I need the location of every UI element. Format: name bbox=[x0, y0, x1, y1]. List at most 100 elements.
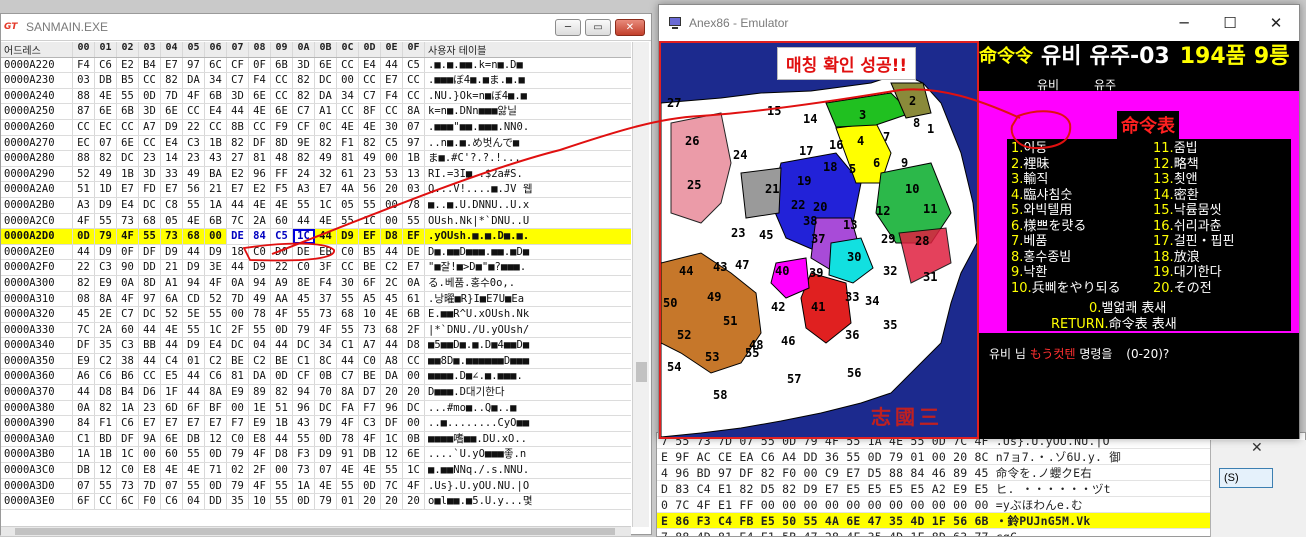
hex-row[interactable]: 0000A2C0 4F 55 73 68 05 4E 6B 7C 2A 60 44 4E 55 1C 00 55… bbox=[1, 213, 631, 230]
hex-byte-cell[interactable]: 12 bbox=[95, 463, 117, 478]
hex-byte-cell[interactable]: DE bbox=[227, 229, 249, 244]
hex-byte-cell[interactable]: 34 bbox=[205, 73, 227, 88]
hex-byte-cell[interactable]: 6E bbox=[95, 104, 117, 119]
hex-byte-cell[interactable]: 00 bbox=[227, 400, 249, 416]
hex-byte-cell[interactable]: 2E bbox=[95, 307, 117, 322]
province-label[interactable]: 58 bbox=[713, 388, 727, 402]
hex-byte-cell[interactable]: 49 bbox=[359, 151, 381, 166]
hex-byte-cell[interactable]: C0 bbox=[337, 244, 359, 260]
hex-byte-cell[interactable]: 05 bbox=[161, 213, 183, 229]
hex-byte-cell[interactable]: 4E bbox=[315, 478, 337, 494]
hex-byte-cell[interactable]: 8D bbox=[139, 275, 161, 291]
hex-byte-cell[interactable]: 6C bbox=[117, 494, 139, 509]
province-label[interactable]: 36 bbox=[845, 328, 859, 342]
province-label[interactable]: 14 bbox=[803, 112, 817, 126]
hex-byte-cell[interactable]: 44 bbox=[293, 213, 315, 229]
hex-byte-cell[interactable]: 45 bbox=[293, 291, 315, 307]
hex-byte-cell[interactable]: E7 bbox=[161, 57, 183, 73]
hex-byte-cell[interactable]: 6B bbox=[205, 213, 227, 229]
hex-byte-cell[interactable]: 6A bbox=[161, 291, 183, 307]
hex-byte-cell[interactable]: 0A bbox=[227, 275, 249, 291]
hex-row[interactable]: 0000A360 A6 C6 B6 CC E5 44 C6 81 DA 0D CF 0B C7 BE DA 00… bbox=[1, 369, 631, 386]
hex-byte-cell[interactable]: D7 bbox=[359, 385, 381, 400]
hex-byte-cell[interactable]: 00 bbox=[403, 416, 425, 431]
province-label[interactable]: 33 bbox=[845, 290, 859, 304]
hex-byte-cell[interactable]: 1B bbox=[271, 416, 293, 431]
hex-byte-cell[interactable]: 82 bbox=[359, 135, 381, 151]
hex-byte-cell[interactable]: 87 bbox=[73, 104, 95, 119]
hex-byte-cell[interactable]: BD bbox=[95, 431, 117, 447]
hex-byte-cell[interactable]: DC bbox=[227, 338, 249, 353]
hex-byte-cell[interactable]: 6B bbox=[403, 307, 425, 322]
row-text[interactable]: ■.■■NNq./.s.NNU. bbox=[425, 463, 541, 478]
hex-byte-cell[interactable]: 82 bbox=[293, 88, 315, 104]
hex-byte-cell[interactable]: 2C bbox=[381, 275, 403, 291]
hex-byte-cell[interactable]: 0B bbox=[315, 369, 337, 385]
hex-byte-cell[interactable]: CD bbox=[183, 291, 205, 307]
menu-item[interactable]: 7.베품 bbox=[1011, 234, 1047, 250]
hex-byte-cell[interactable]: 81 bbox=[337, 151, 359, 166]
hex-byte-cell[interactable]: 82 bbox=[293, 73, 315, 88]
row-text[interactable]: E.■■R^U.xOUsh.Nk bbox=[425, 307, 541, 322]
hex-byte-cell[interactable]: 12 bbox=[381, 447, 403, 463]
hex-byte-cell[interactable]: DF bbox=[139, 244, 161, 260]
hex-byte-cell[interactable]: CC bbox=[271, 88, 293, 104]
hex-row[interactable]: 0000A270 EC 07 6E CC E4 C3 1B 82 DF 8D 9E 82 F1 82 C5 97… bbox=[1, 135, 631, 152]
hex-row[interactable]: 4 96 BD 97 DF 82 F0 00 C9 E7 D5 88 84 46… bbox=[657, 465, 1305, 481]
hex-byte-cell[interactable]: D8 bbox=[403, 338, 425, 353]
province-label[interactable]: 11 bbox=[923, 202, 937, 216]
hex-byte-cell[interactable]: D9 bbox=[205, 244, 227, 260]
province-label[interactable]: 31 bbox=[923, 270, 937, 284]
hex-byte-cell[interactable]: 73 bbox=[161, 229, 183, 244]
hex-byte-cell[interactable]: 7C bbox=[227, 213, 249, 229]
hex-byte-cell[interactable]: 61 bbox=[337, 166, 359, 182]
hex-byte-cell[interactable]: CC bbox=[403, 73, 425, 88]
hex-byte-cell[interactable]: 14 bbox=[161, 151, 183, 166]
menu-item[interactable]: 13.쵯앤 bbox=[1153, 172, 1198, 188]
hex-byte-cell[interactable]: 00 bbox=[381, 213, 403, 229]
hex-byte-cell[interactable]: C0 bbox=[293, 260, 315, 275]
hex-byte-cell[interactable]: 94 bbox=[249, 275, 271, 291]
hex-byte-cell[interactable]: 3F bbox=[315, 260, 337, 275]
province-label[interactable]: 3 bbox=[859, 108, 866, 122]
close-icon[interactable]: ✕ bbox=[1251, 440, 1263, 456]
row-text[interactable]: ....`U.yO■■■좋.n bbox=[425, 447, 541, 462]
row-text[interactable]: .■.■.■■.k=n■.D■ bbox=[425, 58, 541, 73]
hex-byte-cell[interactable]: BA bbox=[205, 166, 227, 182]
hex-byte-cell[interactable]: 0A bbox=[117, 275, 139, 291]
hex-row[interactable]: 0000A230 03 DB B5 CC 82 DA 34 C7 F4 CC 82 DC 00 CC E7 CC… bbox=[1, 73, 631, 89]
hex-byte-cell[interactable]: 44 bbox=[139, 353, 161, 369]
hex-byte-cell[interactable]: 44 bbox=[227, 104, 249, 119]
hex-byte-cell[interactable]: 4F bbox=[271, 307, 293, 322]
hex-byte-cell[interactable]: 49 bbox=[95, 166, 117, 182]
province-label[interactable]: 28 bbox=[915, 234, 929, 248]
hex-byte-cell[interactable]: 7C bbox=[381, 478, 403, 494]
hex-byte-cell[interactable]: 51 bbox=[271, 400, 293, 416]
hex-byte-cell[interactable]: E7 bbox=[381, 73, 403, 88]
hex-byte-cell[interactable]: 2F bbox=[249, 463, 271, 478]
province-label[interactable]: 1 bbox=[927, 122, 934, 136]
hex-byte-cell[interactable]: C7 bbox=[227, 73, 249, 88]
hex-byte-cell[interactable]: DC bbox=[315, 400, 337, 416]
menu-item[interactable]: 8.홍수종빔 bbox=[1011, 250, 1071, 266]
byte-column-header[interactable]: 0A bbox=[293, 42, 315, 57]
province-label[interactable]: 38 bbox=[803, 214, 817, 228]
menu-item[interactable]: 18.放浪 bbox=[1153, 250, 1200, 266]
hex-byte-cell[interactable]: 07 bbox=[403, 119, 425, 135]
province-label[interactable]: 55 bbox=[745, 346, 759, 360]
hex-byte-cell[interactable]: 6F bbox=[183, 400, 205, 416]
province-label[interactable]: 47 bbox=[735, 258, 749, 272]
hex-byte-cell[interactable]: CC bbox=[403, 88, 425, 104]
hex-byte-cell[interactable]: 55 bbox=[139, 229, 161, 244]
hex-byte-cell[interactable]: DE bbox=[403, 244, 425, 260]
hex-byte-cell[interactable]: 79 bbox=[227, 478, 249, 494]
province-label[interactable]: 23 bbox=[731, 226, 745, 240]
hex-byte-cell[interactable]: CC bbox=[139, 369, 161, 385]
hex-byte-cell[interactable]: 8D bbox=[271, 135, 293, 151]
province-label[interactable]: 40 bbox=[775, 264, 789, 278]
hex-byte-cell[interactable]: 55 bbox=[337, 478, 359, 494]
hex-byte-cell[interactable]: 81 bbox=[227, 369, 249, 385]
hex-byte-cell[interactable]: C3 bbox=[183, 135, 205, 151]
hex-byte-cell[interactable]: 1B bbox=[95, 447, 117, 463]
hex-byte-cell[interactable]: 20 bbox=[403, 385, 425, 400]
